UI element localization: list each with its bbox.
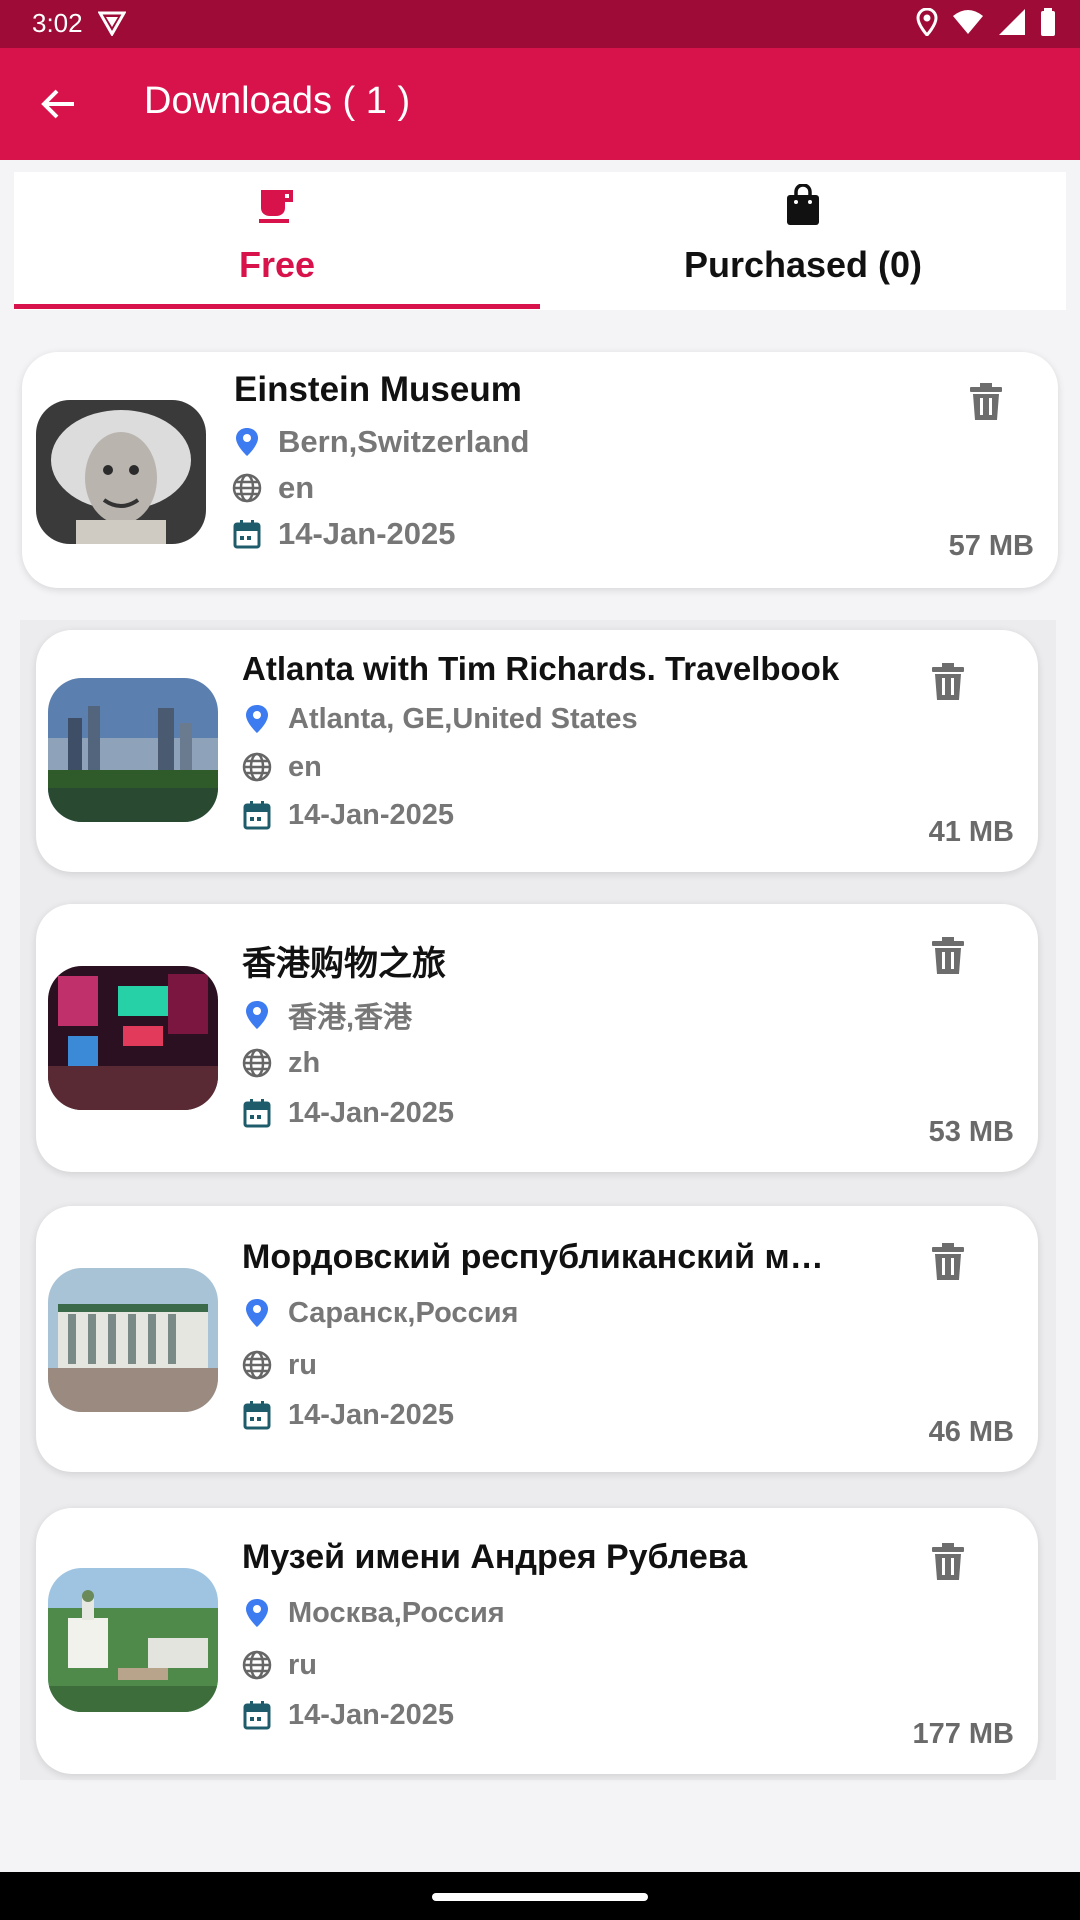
globe-icon [240,1648,274,1682]
download-card[interactable]: Einstein Museum Bern,Switzerland en 14-J… [22,352,1058,588]
status-time: 3:02 [32,8,83,38]
calendar-icon [240,1398,274,1432]
tour-thumbnail [48,678,218,822]
globe-icon [240,1046,274,1080]
tour-location: Москва,Россия [288,1596,505,1629]
location-row: Москва,Россия [240,1596,505,1630]
file-size: 57 MB [948,530,1034,562]
tour-location: Atlanta, GE,United States [288,702,638,735]
status-bar: 3:02 [0,0,1080,48]
calendar-icon [240,1096,274,1130]
globe-icon [240,750,274,784]
tour-date: 14-Jan-2025 [278,516,456,551]
calendar-icon [240,798,274,832]
tour-title: Einstein Museum [234,370,522,409]
date-row: 14-Jan-2025 [240,1398,454,1432]
date-row: 14-Jan-2025 [240,1096,454,1130]
tour-location: 香港,香港 [288,1002,413,1034]
trash-icon [932,1243,964,1280]
delete-button[interactable] [924,930,972,982]
map-pin-icon [240,1296,274,1330]
page-title: Downloads ( 1 ) [144,80,411,122]
download-card[interactable]: Мордовский республиканский м… Саранск,Ро… [36,1206,1038,1472]
download-card[interactable]: Atlanta with Tim Richards. Travelbook At… [36,630,1038,872]
back-button[interactable] [30,76,86,132]
tour-language: ru [288,1348,317,1381]
language-row: en [230,470,314,506]
tour-location: Саранск,Россия [288,1296,519,1329]
tour-date: 14-Jan-2025 [288,798,455,831]
file-size: 53 MB [928,1116,1014,1148]
tour-date: 14-Jan-2025 [288,1698,455,1731]
map-pin-icon [240,702,274,736]
tab-purchased[interactable]: Purchased (0) [540,172,1066,310]
tour-title: 香港购物之旅 [242,945,446,983]
battery-icon [1040,8,1056,41]
language-row: ru [240,1648,317,1682]
mug-icon [257,184,297,229]
tour-title: Музей имени Андрея Рублева [242,1538,748,1576]
language-row: zh [240,1046,320,1080]
date-row: 14-Jan-2025 [240,798,454,832]
language-row: ru [240,1348,317,1382]
delete-button[interactable] [924,1536,972,1588]
wifi-icon [952,9,984,40]
tab-indicator [14,304,540,309]
trash-icon [932,663,964,700]
tab-bar: Free Purchased (0) [14,172,1066,310]
trash-icon [932,1543,964,1580]
map-pin-icon [240,998,274,1032]
tour-title: Atlanta with Tim Richards. Travelbook [242,650,840,687]
globe-icon [240,1348,274,1382]
file-size: 46 MB [928,1416,1014,1448]
tour-thumbnail [48,966,218,1110]
tour-thumbnail [48,1568,218,1712]
download-card[interactable]: 香港购物之旅 香港,香港 zh 14-Jan-2025 53 MB [36,904,1038,1172]
arrow-left-icon [41,89,74,119]
map-pin-icon [240,1596,274,1630]
file-size: 41 MB [928,816,1014,848]
app-bar: Downloads ( 1 ) [0,48,1080,160]
calendar-icon [230,517,264,551]
tab-free[interactable]: Free [14,172,540,310]
calendar-icon [240,1698,274,1732]
location-icon [916,7,938,41]
delete-button[interactable] [924,1236,972,1288]
tour-thumbnail [48,1268,218,1412]
tour-language: zh [288,1046,321,1079]
globe-icon [230,471,264,505]
delete-button[interactable] [924,656,972,708]
tour-language: en [278,470,315,505]
location-row: Bern,Switzerland [230,424,530,460]
trash-icon [970,383,1002,420]
date-row: 14-Jan-2025 [240,1698,454,1732]
tour-title: Мордовский республиканский м… [242,1238,824,1276]
tour-language: ru [288,1648,317,1681]
status-icons [916,7,1056,41]
download-card[interactable]: Музей имени Андрея Рублева Москва,Россия… [36,1508,1038,1774]
shopping-bag-icon [785,183,821,231]
language-row: en [240,750,322,784]
location-row: 香港,香港 [240,994,412,1036]
signal-icon [998,8,1026,41]
location-row: Саранск,Россия [240,1296,518,1330]
delete-button[interactable] [962,376,1010,428]
home-indicator[interactable] [432,1893,648,1901]
file-size: 177 MB [912,1718,1014,1750]
map-pin-icon [230,425,264,459]
trash-icon [932,937,964,974]
location-row: Atlanta, GE,United States [240,702,638,736]
tour-date: 14-Jan-2025 [288,1096,455,1129]
tab-purchased-label: Purchased (0) [683,244,923,285]
tour-date: 14-Jan-2025 [288,1398,455,1431]
tour-thumbnail [36,400,206,544]
tour-location: Bern,Switzerland [278,424,530,459]
date-row: 14-Jan-2025 [230,516,456,552]
tour-language: en [288,750,322,783]
tab-free-label: Free [238,244,316,285]
shield-icon [97,10,127,41]
